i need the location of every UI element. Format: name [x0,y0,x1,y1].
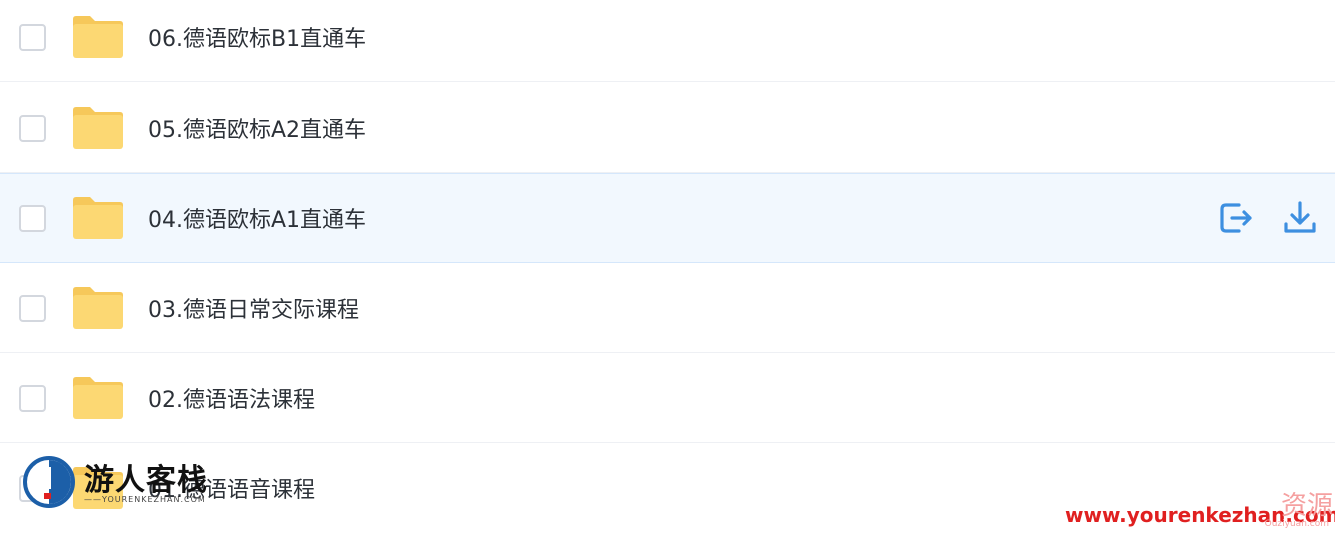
folder-name[interactable]: 05.德语欧标A2直通车 [148,112,366,144]
download-icon[interactable] [1281,199,1319,237]
list-item[interactable]: 03.德语日常交际课程 [0,263,1335,353]
list-item[interactable]: 02.德语语法课程 [0,353,1335,443]
folder-icon [73,197,123,239]
select-checkbox[interactable] [19,23,46,51]
watermark-logo-icon [23,456,75,508]
watermark-subtitle: ——YOURENKEZHAN.COM [84,495,206,504]
folder-name[interactable]: 04.德语欧标A1直通车 [148,202,366,234]
list-item[interactable]: 04.德语欧标A1直通车 [0,173,1335,263]
share-icon[interactable] [1217,199,1255,237]
watermark-mark: 资源 [1280,491,1333,521]
watermark-right: www.yourenkezhan.com 资源 Ouziyuan.com [1065,485,1335,531]
folder-icon [73,15,123,58]
folder-icon [73,376,123,419]
list-item[interactable]: 05.德语欧标A2直通车 [0,83,1335,173]
list-item[interactable]: 06.德语欧标B1直通车 [0,0,1335,82]
select-checkbox[interactable] [19,384,46,412]
folder-name[interactable]: 06.德语欧标B1直通车 [148,21,366,53]
select-checkbox[interactable] [19,294,46,322]
select-checkbox[interactable] [19,205,46,232]
select-checkbox[interactable] [19,114,46,142]
folder-icon [73,106,123,149]
watermark-mark-sub: Ouziyuan.com [1264,519,1329,529]
folder-name[interactable]: 02.德语语法课程 [148,382,315,414]
folder-icon [73,286,123,329]
watermark-title: 游人客栈 [84,463,208,498]
folder-name[interactable]: 03.德语日常交际课程 [148,292,359,324]
watermark-left: 游人客栈 ——YOURENKEZHAN.COM [22,455,222,515]
